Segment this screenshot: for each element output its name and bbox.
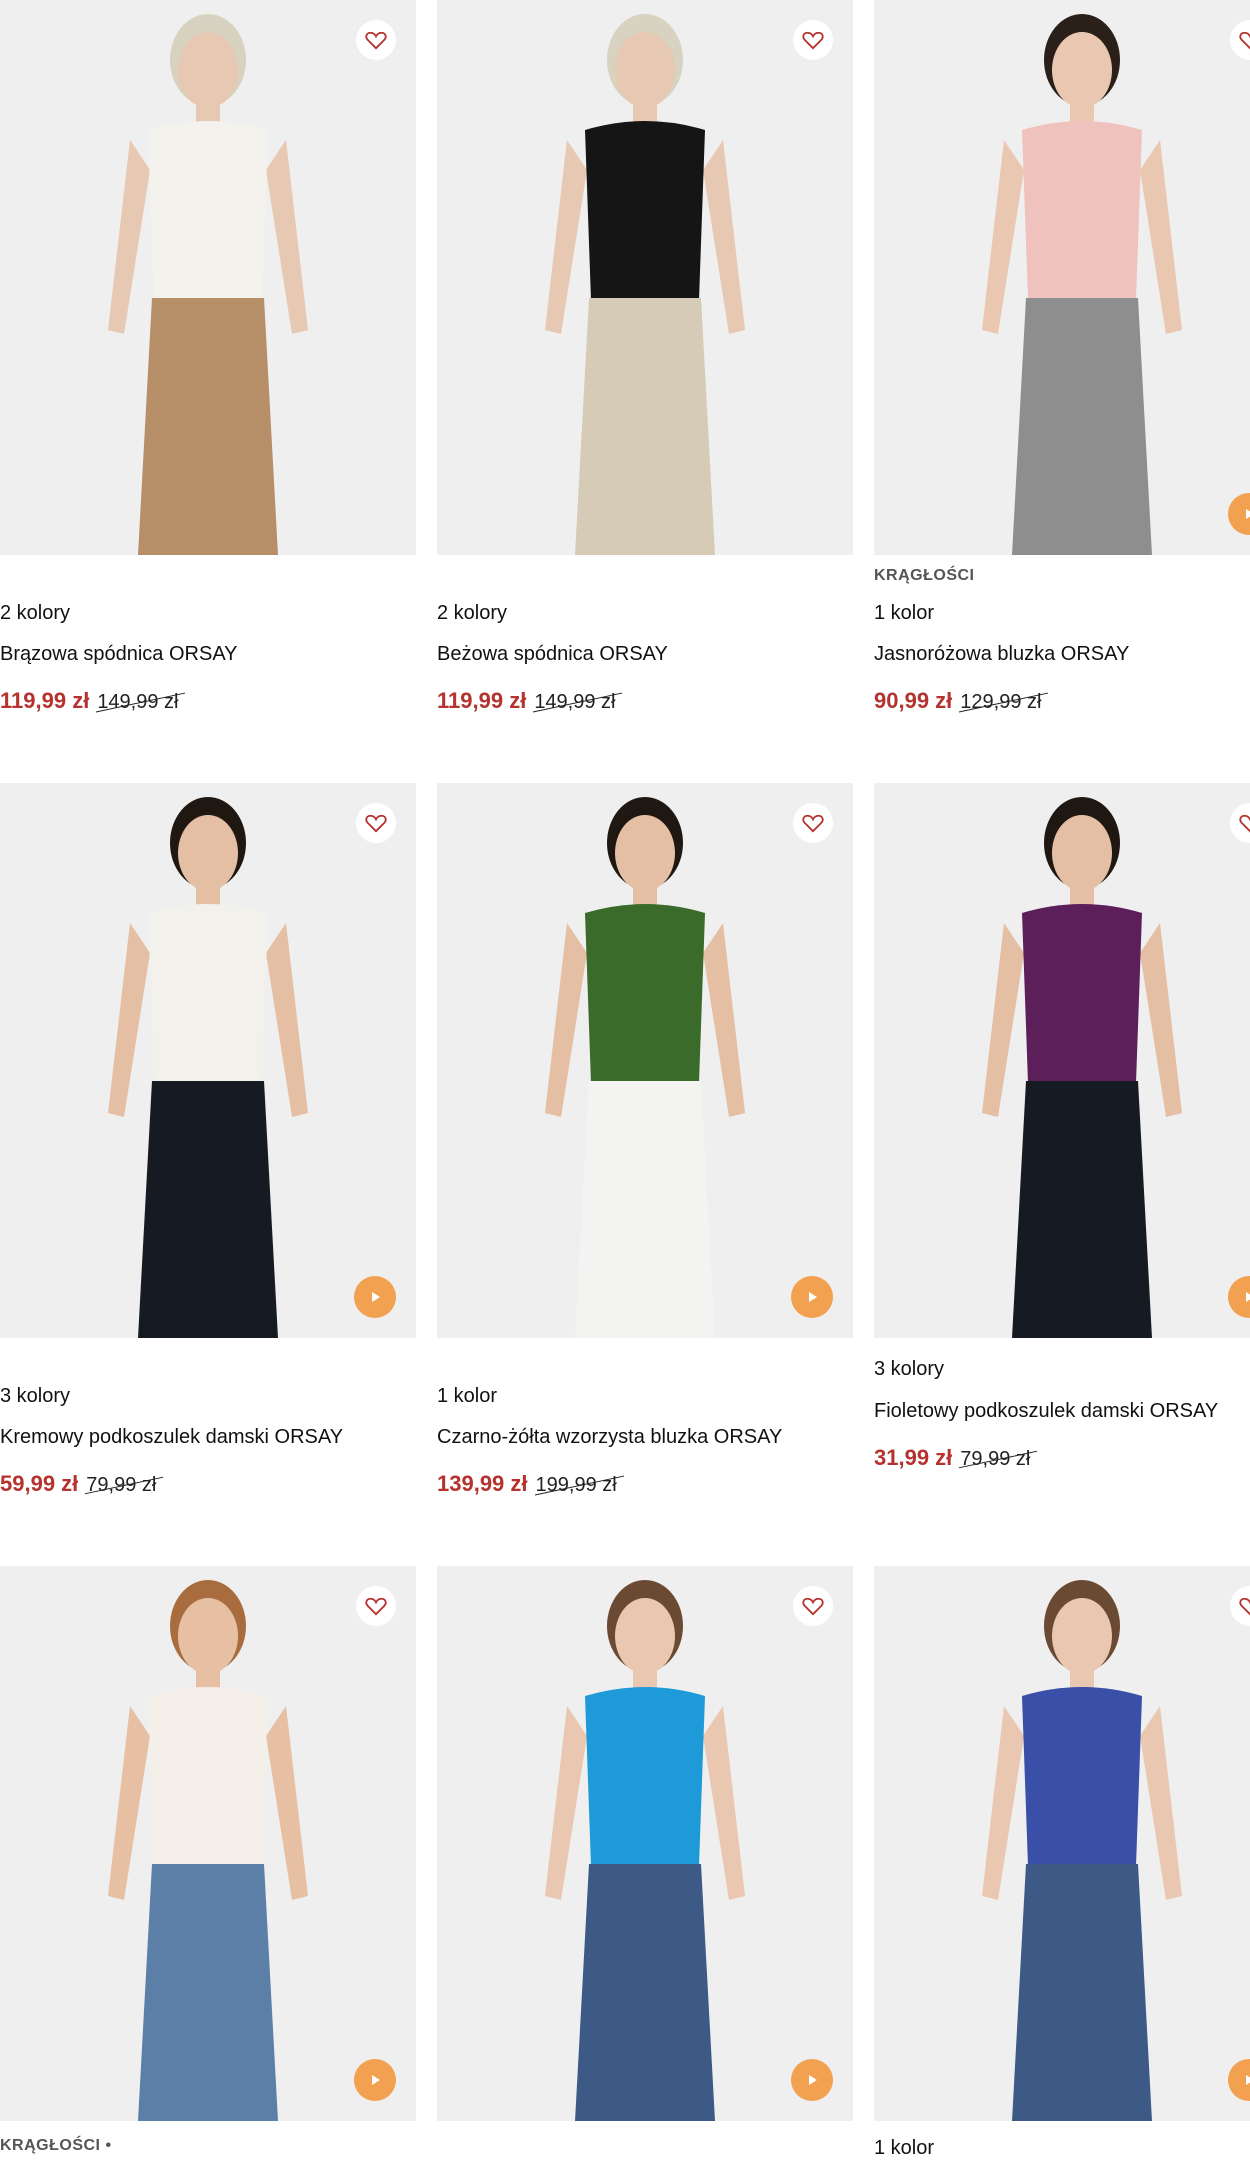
play-video-icon[interactable]	[354, 2059, 396, 2101]
price: 139,99 zł 199,99 zł	[437, 1471, 617, 1497]
product-name[interactable]: Czarno-żółta wzorzysta bluzka ORSAY	[437, 1426, 782, 1449]
old-price: 149,99 zł	[534, 691, 616, 713]
wishlist-heart-icon[interactable]	[356, 20, 396, 60]
play-video-icon[interactable]	[354, 1276, 396, 1318]
product-image[interactable]	[874, 1566, 1250, 2121]
product-name[interactable]: Kremowy podkoszulek damski ORSAY	[0, 1426, 343, 1449]
model-illustration	[545, 14, 745, 555]
color-count: 1 kolor	[437, 1385, 498, 1407]
price: 90,99 zł 129,99 zł	[874, 688, 1041, 714]
wishlist-heart-icon[interactable]	[793, 803, 833, 843]
current-price: 119,99 zł	[437, 688, 527, 713]
price: 119,99 zł 149,99 zł	[0, 688, 178, 714]
product-name[interactable]: Brązowa spódnica ORSAY	[0, 643, 238, 666]
current-price: 90,99 zł	[874, 688, 953, 713]
model-illustration	[982, 14, 1182, 555]
product-card[interactable]	[437, 1566, 853, 2121]
product-image[interactable]	[437, 0, 853, 555]
product-card[interactable]: 1 kolor Czarno-żółta wzorzysta bluzka ORS…	[437, 783, 853, 1496]
price: 59,99 zł 79,99 zł	[0, 1471, 156, 1497]
product-name[interactable]: Fioletowy podkoszulek damski ORSAY	[874, 1400, 1218, 1423]
color-count: 2 kolory	[437, 602, 508, 624]
old-price: 199,99 zł	[535, 1474, 617, 1496]
current-price: 139,99 zł	[437, 1471, 528, 1496]
wishlist-heart-icon[interactable]	[793, 20, 833, 60]
model-illustration	[982, 797, 1182, 1338]
product-image[interactable]	[874, 783, 1250, 1338]
product-card[interactable]: 2 kolory Beżowa spódnica ORSAY 119,99 zł 14…	[437, 0, 853, 713]
color-count: 2 kolory	[0, 602, 71, 624]
product-image[interactable]	[437, 1566, 853, 2121]
product-image[interactable]	[0, 783, 416, 1338]
color-count: 1 kolor	[874, 602, 935, 624]
current-price: 31,99 zł	[874, 1445, 953, 1470]
product-image[interactable]	[437, 783, 853, 1338]
wishlist-heart-icon[interactable]	[793, 1586, 833, 1626]
product-card[interactable]: KRĄGŁOŚCI 1 kolor Jasnoróżowa bluzka ORSAY…	[874, 0, 1250, 713]
product-tag: KRĄGŁOŚCI	[874, 567, 975, 584]
product-tag: KRĄGŁOŚCI •	[0, 2137, 112, 2154]
model-illustration	[108, 14, 308, 555]
model-illustration	[545, 1580, 745, 2121]
product-image[interactable]	[874, 0, 1250, 555]
play-video-icon[interactable]	[791, 2059, 833, 2101]
wishlist-heart-icon[interactable]	[356, 803, 396, 843]
product-card[interactable]: 1 kolor	[874, 1566, 1250, 2159]
product-name[interactable]: Jasnoróżowa bluzka ORSAY	[874, 643, 1129, 666]
color-count: 1 kolor	[874, 2137, 935, 2159]
product-name[interactable]: Beżowa spódnica ORSAY	[437, 643, 668, 666]
old-price: 129,99 zł	[960, 691, 1042, 713]
model-illustration	[545, 797, 745, 1338]
current-price: 119,99 zł	[0, 688, 90, 713]
product-card[interactable]: KRĄGŁOŚCI •	[0, 1566, 416, 2154]
model-illustration	[108, 797, 308, 1338]
price: 31,99 zł 79,99 zł	[874, 1445, 1030, 1471]
model-illustration	[982, 1580, 1182, 2121]
product-card[interactable]: 2 kolory Brązowa spódnica ORSAY 119,99 zł 1…	[0, 0, 416, 713]
wishlist-heart-icon[interactable]	[356, 1586, 396, 1626]
color-count: 3 kolory	[874, 1358, 945, 1380]
product-image[interactable]	[0, 0, 416, 555]
product-image[interactable]	[0, 1566, 416, 2121]
price: 119,99 zł 149,99 zł	[437, 688, 615, 714]
old-price: 79,99 zł	[86, 1474, 157, 1496]
current-price: 59,99 zł	[0, 1471, 79, 1496]
model-illustration	[108, 1580, 308, 2121]
color-count: 3 kolory	[0, 1385, 71, 1407]
old-price: 79,99 zł	[960, 1448, 1031, 1470]
old-price: 149,99 zł	[97, 691, 179, 713]
product-card[interactable]: 3 kolory Kremowy podkoszulek damski ORSAY…	[0, 783, 416, 1496]
play-video-icon[interactable]	[791, 1276, 833, 1318]
product-card[interactable]: 3 kolory Fioletowy podkoszulek damski ORS…	[874, 783, 1250, 1470]
